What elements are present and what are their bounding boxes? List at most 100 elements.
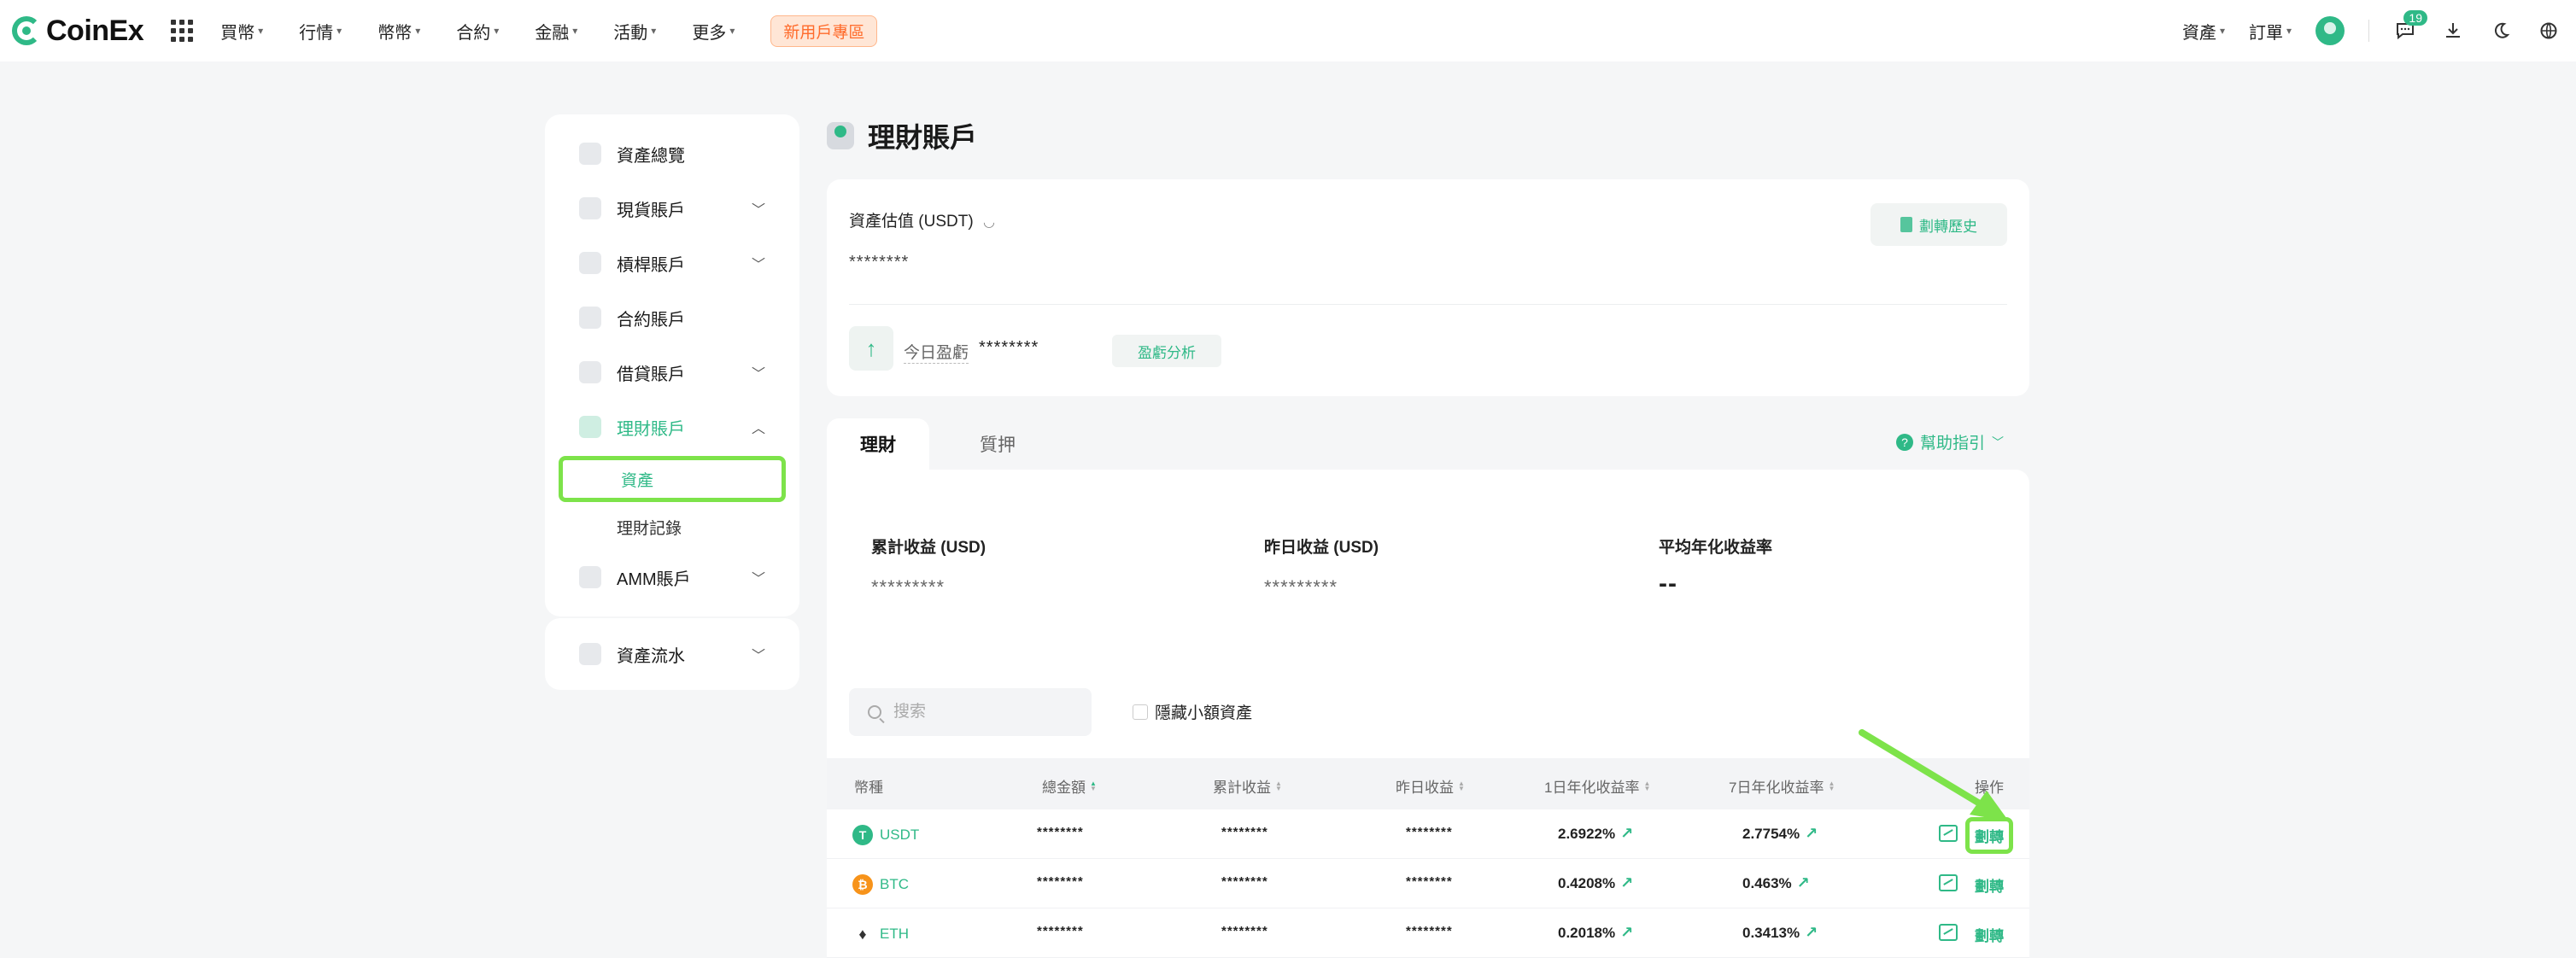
sidebar-item-overview[interactable]: 資產總覽 bbox=[545, 126, 799, 181]
nav-spot[interactable]: 幣幣 ▾ bbox=[378, 19, 420, 44]
col-apy-7d[interactable]: 7日年化收益率 ▲ ▼ bbox=[1729, 775, 1835, 797]
trend-up-icon[interactable]: ↗ bbox=[1805, 825, 1818, 843]
chart-icon[interactable] bbox=[1939, 825, 1958, 842]
chart-icon-shape bbox=[1939, 825, 1958, 842]
dark-mode-moon-icon[interactable] bbox=[2489, 19, 2513, 43]
apps-grid-icon[interactable] bbox=[171, 20, 194, 42]
search-input[interactable] bbox=[893, 703, 1064, 721]
sort-icon: ▲ ▼ bbox=[1643, 779, 1651, 792]
sidebar-item-loan[interactable]: 借貸賬戶 ﹀ bbox=[545, 345, 799, 400]
caret-down-icon: ▾ bbox=[337, 25, 342, 37]
trend-up-icon[interactable]: ↗ bbox=[1805, 924, 1818, 942]
chevron-down-icon: ﹀ bbox=[1992, 435, 2004, 449]
coinex-logo[interactable]: CoinEx bbox=[12, 15, 144, 48]
user-avatar-icon[interactable] bbox=[2315, 16, 2345, 45]
caret-down-icon: ▾ bbox=[258, 25, 264, 37]
sort-icon: ▲ ▼ bbox=[1828, 779, 1835, 792]
coin-eth[interactable]: ♦ ETH bbox=[852, 924, 909, 944]
yesterday-earnings: ******** bbox=[1406, 924, 1453, 938]
document-icon bbox=[1900, 217, 1912, 232]
messages-icon[interactable]: 19 bbox=[2393, 10, 2427, 43]
chart-icon-shape bbox=[1939, 924, 1958, 941]
transfer-button[interactable]: 劃轉 bbox=[1965, 817, 2013, 854]
table-row: ₿ BTC ******** ******** ******** 0.4208% ↗… bbox=[827, 859, 2029, 908]
divider bbox=[2368, 20, 2369, 42]
new-user-promo-button[interactable]: 新用戶專區 bbox=[770, 15, 878, 47]
col-cumulative[interactable]: 累計收益 ▲ ▼ bbox=[1213, 775, 1282, 797]
nav-markets[interactable]: 行情 ▾ bbox=[299, 19, 342, 44]
coin-btc[interactable]: ₿ BTC bbox=[852, 874, 909, 895]
sidebar-sub-records[interactable]: 理財記錄 bbox=[545, 504, 799, 550]
caret-down-icon: ▾ bbox=[572, 25, 578, 37]
sidebar-item-asset-flow[interactable]: 資產流水 ﹀ bbox=[545, 618, 799, 690]
trend-up-icon[interactable]: ↗ bbox=[1797, 874, 1810, 892]
cumulative-earnings: ******** bbox=[1221, 825, 1268, 839]
nav-futures[interactable]: 合約 ▾ bbox=[456, 19, 499, 44]
chevron-down-icon: ﹀ bbox=[751, 258, 765, 272]
yesterday-earnings-value: ********* bbox=[1264, 576, 1338, 598]
financial-icon bbox=[579, 416, 601, 438]
trend-up-icon[interactable]: ↗ bbox=[1620, 924, 1633, 942]
tab-financial[interactable]: 理財 bbox=[827, 418, 929, 470]
chevron-down-icon: ﹀ bbox=[751, 203, 765, 218]
checkbox[interactable] bbox=[1133, 704, 1148, 720]
transfer-button[interactable]: 劃轉 bbox=[1975, 874, 2004, 896]
financial-assets-card: 累計收益 (USD) ********* 昨日收益 (USD) ********… bbox=[827, 470, 2029, 958]
sidebar-item-margin[interactable]: 槓桿賬戶 ﹀ bbox=[545, 236, 799, 290]
search-box[interactable] bbox=[849, 688, 1092, 736]
nav-more[interactable]: 更多 ▾ bbox=[692, 19, 735, 44]
col-yesterday[interactable]: 昨日收益 ▲ ▼ bbox=[1396, 775, 1465, 797]
hide-small-assets-checkbox[interactable]: 隱藏小額資產 bbox=[1133, 700, 1252, 723]
download-icon[interactable] bbox=[2441, 19, 2465, 43]
nav-orders[interactable]: 訂單 ▾ bbox=[2249, 19, 2292, 44]
sidebar-item-financial[interactable]: 理財賬戶 ︿ bbox=[545, 400, 799, 454]
financial-account-icon bbox=[827, 122, 854, 149]
caret-down-icon: ▾ bbox=[415, 25, 421, 37]
cumulative-earnings-value: ********* bbox=[871, 576, 946, 598]
chevron-down-icon: ﹀ bbox=[751, 649, 765, 663]
sidebar-secondary: 資產流水 ﹀ bbox=[545, 618, 799, 690]
sidebar-item-amm[interactable]: AMM賬戶 ﹀ bbox=[545, 550, 799, 605]
nav-activities[interactable]: 活動 ▾ bbox=[613, 19, 656, 44]
btc-icon: ₿ bbox=[852, 874, 873, 895]
search-icon bbox=[868, 705, 881, 719]
chevron-down-icon: ﹀ bbox=[751, 572, 765, 587]
transfer-history-button[interactable]: 劃轉歷史 bbox=[1871, 203, 2007, 246]
sidebar-item-futures[interactable]: 合約賬戶 bbox=[545, 290, 799, 345]
caret-down-icon: ▾ bbox=[2219, 25, 2225, 37]
apy-1d: 0.2018% ↗ bbox=[1558, 924, 1634, 942]
nav-buy-crypto[interactable]: 買幣 ▾ bbox=[220, 19, 263, 44]
nav-assets[interactable]: 資產 ▾ bbox=[2182, 19, 2225, 44]
coin-usdt[interactable]: T USDT bbox=[852, 825, 919, 845]
transfer-button[interactable]: 劃轉 bbox=[1975, 924, 2004, 945]
col-apy-1d[interactable]: 1日年化收益率 ▲ ▼ bbox=[1544, 775, 1650, 797]
help-guide-link[interactable]: ? 幫助指引 ﹀ bbox=[1895, 430, 2004, 453]
yesterday-earnings-label: 昨日收益 (USD) bbox=[1264, 539, 1379, 557]
tab-staking[interactable]: 質押 bbox=[955, 418, 1040, 470]
today-pnl-label: 今日盈虧 bbox=[904, 340, 969, 364]
amm-icon bbox=[579, 566, 601, 588]
caret-down-icon: ▾ bbox=[2286, 25, 2292, 37]
sort-icon: ▲ ▼ bbox=[1275, 779, 1282, 792]
sidebar-sub-assets[interactable]: 資產 bbox=[559, 456, 786, 502]
sidebar-item-spot[interactable]: 現貨賬戶 ﹀ bbox=[545, 181, 799, 236]
hide-eye-icon[interactable]: ◡ bbox=[983, 215, 995, 230]
table-row: ♦ ETH ******** ******** ******** 0.2018% ↗… bbox=[827, 908, 2029, 958]
trend-up-icon[interactable]: ↗ bbox=[1620, 825, 1633, 843]
chevron-up-icon: ︿ bbox=[751, 422, 765, 436]
pnl-analysis-button[interactable]: 盈虧分析 bbox=[1112, 335, 1221, 367]
nav-finance[interactable]: 金融 ▾ bbox=[535, 19, 577, 44]
divider bbox=[849, 304, 2007, 305]
chart-icon[interactable] bbox=[1939, 924, 1958, 941]
table-header: 幣種 總金額 ▲ ▼ 累計收益 ▲ ▼ 昨日收益 ▲ ▼ 1日年化收益率 ▲ ▼ 7日年化收益率… bbox=[827, 758, 2029, 809]
col-total[interactable]: 總金額 ▲ ▼ bbox=[1042, 775, 1097, 797]
language-globe-icon[interactable] bbox=[2537, 19, 2561, 43]
caret-down-icon: ▾ bbox=[729, 25, 735, 37]
apy-1d: 0.4208% ↗ bbox=[1558, 874, 1634, 892]
trend-up-icon[interactable]: ↗ bbox=[1620, 874, 1633, 892]
chart-icon[interactable] bbox=[1939, 874, 1958, 891]
cumulative-earnings: ******** bbox=[1221, 924, 1268, 938]
apy-7d: 2.7754% ↗ bbox=[1742, 825, 1818, 843]
margin-icon bbox=[579, 252, 601, 274]
caret-down-icon: ▾ bbox=[494, 25, 500, 37]
